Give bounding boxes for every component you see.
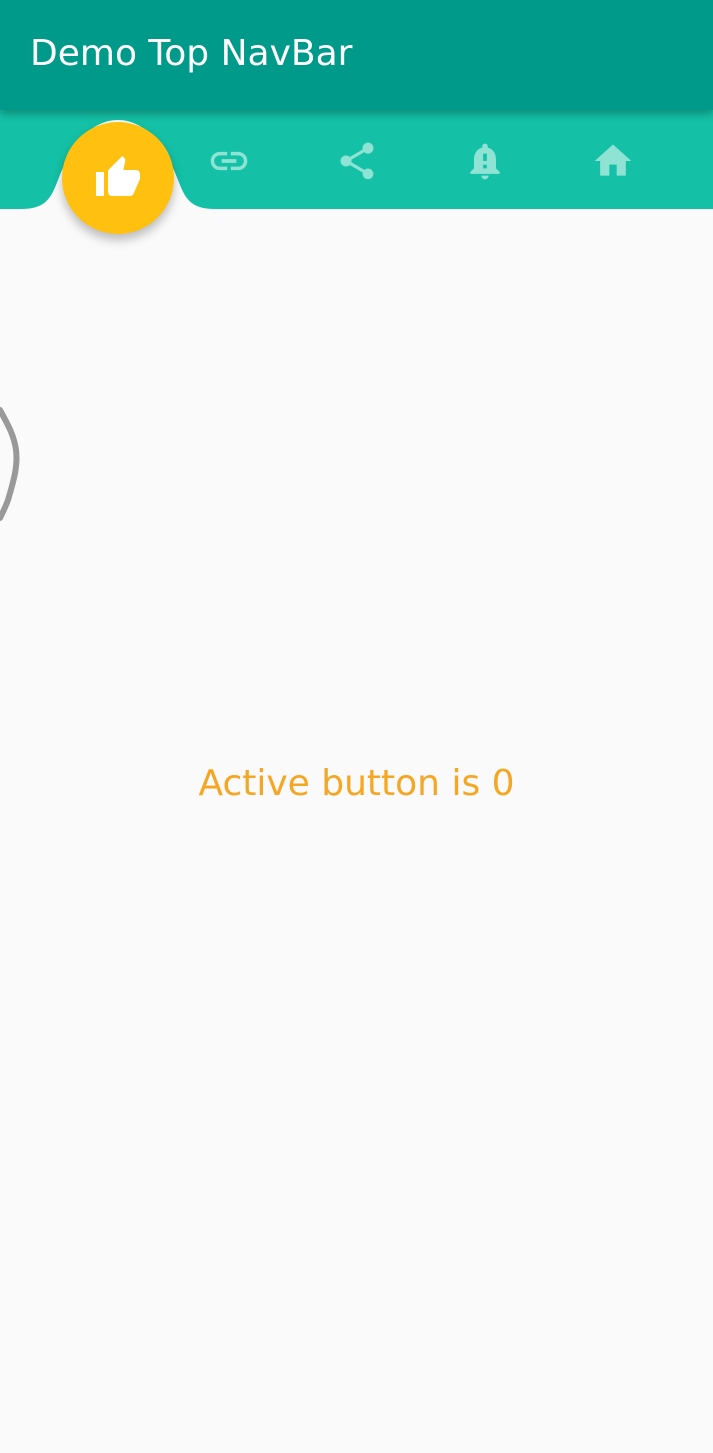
screen: Demo Top NavBar Active button is 0 xyxy=(0,0,713,1453)
nav-item-home[interactable] xyxy=(588,136,638,186)
active-button-status: Active button is 0 xyxy=(198,763,515,804)
share-icon xyxy=(340,142,374,180)
thumb-up-icon xyxy=(96,156,140,196)
nav-item-notification[interactable] xyxy=(460,136,510,186)
drawer-edge-handle[interactable] xyxy=(0,400,30,530)
app-bar-title: Demo Top NavBar xyxy=(30,33,353,74)
nav-item-thumb-up[interactable] xyxy=(62,122,174,234)
app-bar: Demo Top NavBar xyxy=(0,0,713,110)
notification-alert-icon xyxy=(470,143,500,180)
link-icon xyxy=(210,151,248,171)
nav-item-link[interactable] xyxy=(204,136,254,186)
home-icon xyxy=(594,144,632,176)
nav-item-share[interactable] xyxy=(332,136,382,186)
